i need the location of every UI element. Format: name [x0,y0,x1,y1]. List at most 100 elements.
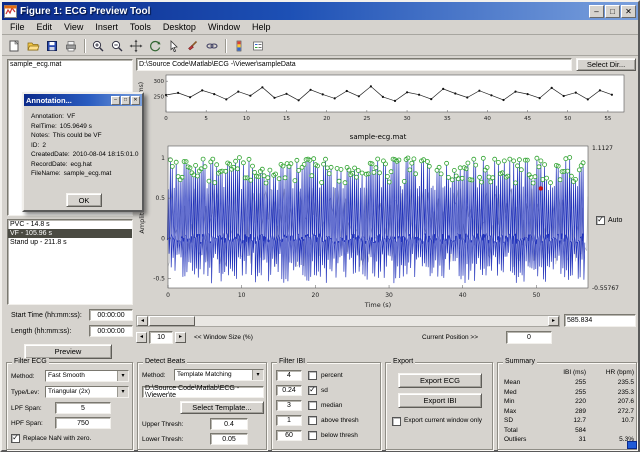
maximize-button[interactable]: □ [605,4,620,18]
select-dir-button[interactable]: Select Dir... [576,58,636,71]
zoom-in-button[interactable] [89,37,107,54]
above-thresh-input[interactable]: 1 [276,415,302,426]
position-scrollbar[interactable]: ◂ ▸ [136,315,560,327]
lower-thresh-label: Lower Thresh: [142,436,184,443]
dialog-maximize-button[interactable]: □ [121,95,130,105]
scrollbar-thumb[interactable] [149,316,195,326]
replace-nan-checkbox[interactable]: ✓ [11,434,20,443]
close-button[interactable]: ✕ [621,4,636,18]
filter-type-select[interactable]: Triangular (2x) ▾ [45,386,129,398]
preview-button[interactable]: Preview [24,344,112,359]
menu-insert[interactable]: Insert [89,21,124,33]
ecg-waveform-chart[interactable]: sample-ecg.mat 0 10 20 30 40 50 Time (s) 1 0.5 0 -0… [136,130,638,312]
below-thresh-input[interactable]: 60 [276,430,302,441]
above-thresh-checkbox[interactable] [308,416,317,425]
menu-view[interactable]: View [58,21,89,33]
template-path-input[interactable]: D:\Source Code\Matlab\ECG -\Viewer\te [142,385,264,399]
current-position-input[interactable]: 0 [506,331,552,344]
summary-value: 235.5 [617,379,634,386]
save-figure-button[interactable] [43,37,61,54]
beat-method-select[interactable]: Template Matching ▾ [174,369,264,381]
summary-title: Summary [503,358,537,365]
dialog-minimize-button[interactable]: – [111,95,120,105]
menu-help[interactable]: Help [246,21,277,33]
dialog-ok-button[interactable]: OK [66,193,102,207]
filter-ecg-panel: Filter ECG Method: Fast Smooth ▾ Type/Lev… [6,358,133,450]
annotation-dialog-titlebar[interactable]: Annotation... – □ ✕ [24,94,142,106]
summary-value: 12.7 [573,417,586,424]
zoom-in-icon [92,40,104,51]
rotate-3d-button[interactable] [146,37,164,54]
svg-text:55: 55 [604,116,611,122]
scroll-right-button[interactable]: ▸ [548,316,559,326]
percent-label: percent [321,372,343,379]
below-thresh-checkbox[interactable] [308,431,317,440]
export-ibi-button[interactable]: Export IBI [398,393,482,408]
insert-colorbar-button[interactable] [230,37,248,54]
pan-button[interactable] [127,37,145,54]
dialog-close-button[interactable]: ✕ [131,95,140,105]
menu-file[interactable]: File [4,21,31,33]
summary-row-label: Med [504,388,517,396]
chevron-down-icon[interactable]: ▾ [252,370,263,380]
minimize-button[interactable]: – [589,4,604,18]
hpf-span-input[interactable]: 750 [55,417,111,429]
pan-hand-icon [129,39,143,52]
chevron-down-icon[interactable]: ▾ [117,387,128,397]
window-size-input[interactable]: 10 [149,331,173,344]
auto-scale-checkbox[interactable]: ✓ [596,216,605,225]
menu-tools[interactable]: Tools [124,21,157,33]
hpf-span-label: HPF Span: [11,420,43,427]
lpf-span-label: LPF Span: [11,405,42,412]
sd-checkbox[interactable]: ✓ [308,386,317,395]
data-cursor-icon [170,39,178,52]
select-template-button[interactable]: Select Template... [180,401,264,414]
export-ecg-button[interactable]: Export ECG [398,373,482,388]
window-size-increment-button[interactable]: ▸ [175,332,186,343]
percent-input[interactable]: 4 [276,370,302,381]
open-file-button[interactable] [24,37,42,54]
figure-window: Figure 1: ECG Preview Tool – □ ✕ File Ed… [0,0,640,452]
lpf-span-input[interactable]: 5 [55,402,111,414]
window-size-decrement-button[interactable]: ◂ [136,332,147,343]
upper-thresh-input[interactable]: 0.4 [210,418,248,430]
menu-edit[interactable]: Edit [31,21,59,33]
figure-icon [4,4,17,18]
median-input[interactable]: 3 [276,400,302,411]
data-directory-input[interactable]: D:\Source Code\Matlab\ECG -\Viewer\sampl… [136,58,572,71]
annotation-item-pvc[interactable]: PVC - 14.8 s [8,220,132,229]
print-figure-button[interactable] [62,37,80,54]
start-time-label: Start Time (hh:mm:ss): [11,312,82,319]
filter-type-label: Type/Lev: [11,389,40,396]
annotation-listbox[interactable]: PVC - 14.8 s VF - 105.96 s Stand up - 21… [7,219,133,305]
above-thresh-label: above thresh [321,417,359,424]
length-input[interactable]: 00:00:00 [89,325,133,337]
ibi-trend-chart[interactable]: 0510152025303540455055250300IBI (ms) [136,72,638,128]
lower-thresh-input[interactable]: 0.05 [210,433,248,445]
export-window-only-checkbox[interactable] [392,417,401,426]
svg-text:30: 30 [385,292,393,299]
export-window-only-label: Export current window only [404,417,483,424]
percent-checkbox[interactable] [308,371,317,380]
brush-button[interactable] [184,37,202,54]
sd-input[interactable]: 0.24 [276,385,302,396]
median-checkbox[interactable] [308,401,317,410]
insert-legend-button[interactable] [249,37,267,54]
link-plots-button[interactable] [203,37,221,54]
summary-row-label: Total [504,426,518,434]
annotation-item-vf[interactable]: VF - 105.96 s [8,229,132,238]
scroll-left-button[interactable]: ◂ [137,316,148,326]
annotation-item-standup[interactable]: Stand up - 211.8 s [8,238,132,247]
file-list-item[interactable]: sample_ecg.mat [8,60,132,69]
start-time-input[interactable]: 00:00:00 [89,309,133,321]
menu-desktop[interactable]: Desktop [157,21,202,33]
chevron-down-icon[interactable]: ▾ [117,371,128,381]
svg-text:25: 25 [363,116,370,122]
svg-text:0: 0 [161,235,165,242]
colorbar-icon [236,40,242,51]
zoom-out-button[interactable] [108,37,126,54]
data-cursor-button[interactable] [165,37,183,54]
menu-window[interactable]: Window [202,21,246,33]
new-figure-button[interactable] [5,37,23,54]
filter-method-select[interactable]: Fast Smooth ▾ [45,370,129,382]
